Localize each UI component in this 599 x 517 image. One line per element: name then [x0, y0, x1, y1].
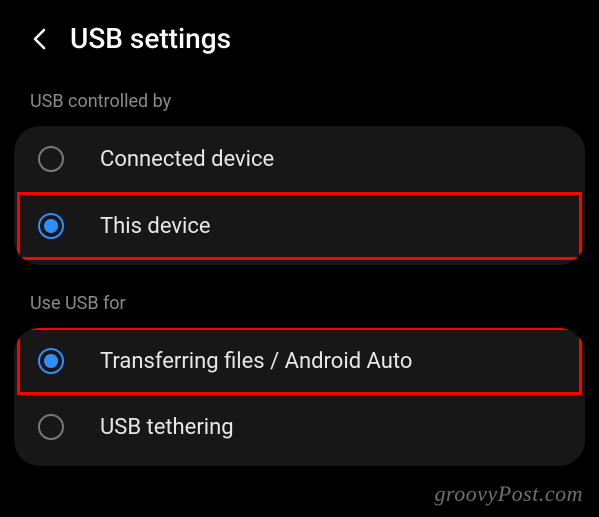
use-for-card: Transferring files / Android Auto USB te…	[14, 328, 585, 466]
option-label: USB tethering	[100, 415, 234, 440]
option-transferring-files[interactable]: Transferring files / Android Auto	[18, 328, 581, 394]
section-label-controlled-by: USB controlled by	[0, 63, 599, 118]
option-label: Connected device	[100, 147, 274, 172]
option-label: Transferring files / Android Auto	[100, 349, 412, 374]
radio-checked-icon	[38, 213, 64, 239]
option-this-device[interactable]: This device	[18, 193, 581, 259]
back-icon[interactable]	[30, 29, 50, 49]
header: USB settings	[0, 0, 599, 63]
radio-unchecked-icon	[38, 414, 64, 440]
option-label: This device	[100, 214, 211, 239]
controlled-by-card: Connected device This device	[14, 126, 585, 265]
option-connected-device[interactable]: Connected device	[14, 126, 585, 192]
option-usb-tethering[interactable]: USB tethering	[14, 394, 585, 460]
section-label-use-for: Use USB for	[0, 265, 599, 320]
radio-unchecked-icon	[38, 146, 64, 172]
radio-checked-icon	[38, 348, 64, 374]
page-title: USB settings	[70, 22, 231, 55]
watermark: groovyPost.com	[434, 481, 583, 507]
